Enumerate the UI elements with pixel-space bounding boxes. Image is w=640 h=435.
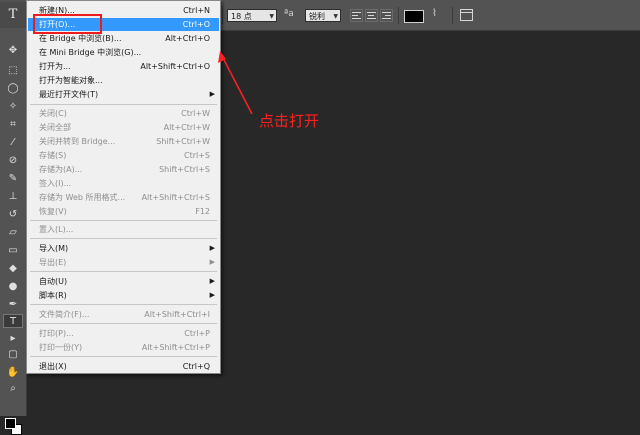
foreground-color-swatch[interactable] bbox=[5, 418, 16, 429]
annotation-text: 点击打开 bbox=[259, 112, 320, 130]
annotation-arrow bbox=[218, 51, 253, 115]
